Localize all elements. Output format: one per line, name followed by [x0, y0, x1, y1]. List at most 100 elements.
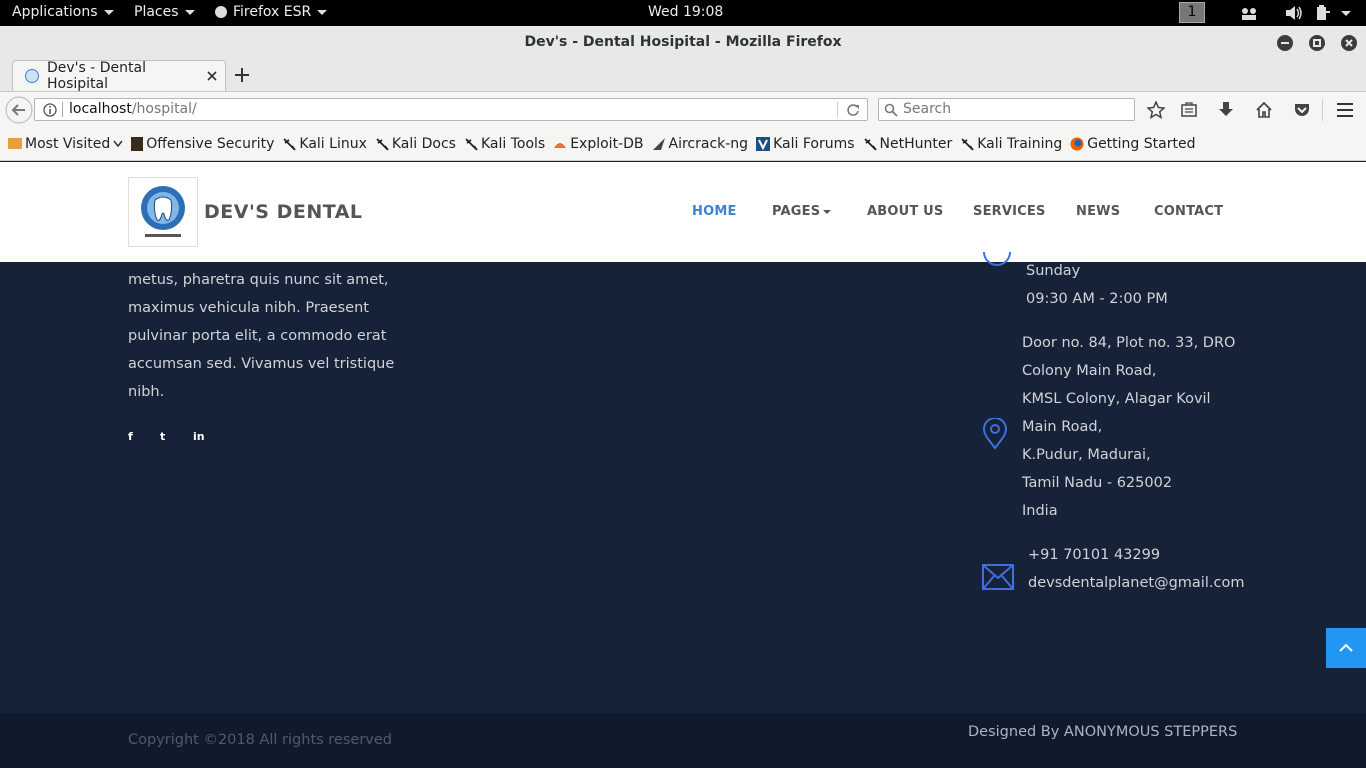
about-line: metus, pharetra quis nunc sit amet,	[128, 272, 389, 288]
address-line: India	[1022, 503, 1058, 519]
tab-strip: Dev's - Dental Hosipital	[0, 58, 1366, 92]
close-icon	[1345, 39, 1353, 47]
bookmark-label: Kali Docs	[391, 135, 456, 152]
about-line: accumsan sed. Vivamus vel tristique	[128, 356, 395, 372]
bookmark-most-visited[interactable]: Most Visited	[8, 136, 123, 152]
bookmark-kali-tools[interactable]: Kali Tools	[464, 136, 545, 152]
exploitdb-icon	[554, 142, 567, 148]
kali-dragon-icon	[863, 137, 877, 151]
site-header: DEV'S DENTAL HOME PAGES ABOUT US SERVICE…	[0, 162, 1366, 262]
new-tab-icon[interactable]	[235, 68, 249, 82]
nav-about-us[interactable]: ABOUT US	[867, 204, 944, 219]
window-title: Dev's - Dental Hosipital - Mozilla Firef…	[524, 34, 842, 50]
network-icon[interactable]	[1240, 5, 1258, 21]
home-icon[interactable]	[1255, 101, 1273, 119]
hours-time: 09:30 AM - 2:00 PM	[1026, 291, 1168, 307]
clock-icon	[983, 251, 1011, 266]
back-button[interactable]	[5, 96, 33, 124]
bookmark-kali-docs[interactable]: Kali Docs	[375, 136, 456, 152]
url-host: localhost	[69, 101, 132, 117]
download-icon[interactable]	[1217, 101, 1235, 119]
places-label: Places	[134, 4, 179, 20]
bookmark-getting-started[interactable]: Getting Started	[1070, 136, 1195, 152]
bookmark-aircrack-ng[interactable]: Aircrack-ng	[652, 135, 749, 152]
firefox-app-menu[interactable]: Firefox ESR	[215, 4, 328, 20]
about-line: maximus vehicula nibh. Praesent	[128, 300, 369, 316]
nav-pages[interactable]: PAGES	[772, 204, 832, 219]
workspace-indicator[interactable]: 1	[1179, 2, 1205, 23]
bookmark-label: Aircrack-ng	[668, 135, 749, 152]
kali-dragon-icon	[283, 137, 297, 151]
search-bar[interactable]: Search	[878, 98, 1135, 121]
pocket-icon[interactable]	[1293, 101, 1311, 119]
site-info-icon[interactable]	[43, 103, 57, 117]
site-footer: metus, pharetra quis nunc sit amet, maxi…	[0, 251, 1366, 713]
scroll-to-top-button[interactable]	[1326, 628, 1366, 668]
bookmark-star-icon[interactable]	[1147, 101, 1165, 119]
toolbar-divider	[1322, 99, 1323, 121]
system-menu-chevron-icon[interactable]	[1341, 11, 1351, 16]
footer-bottom-bar: Copyright ©2018 All rights reserved Desi…	[0, 713, 1366, 768]
chevron-down-icon	[113, 140, 123, 147]
close-tab-icon[interactable]	[207, 71, 217, 81]
address-line: Tamil Nadu - 625002	[1022, 475, 1173, 491]
bookmark-label: Exploit-DB	[570, 135, 644, 152]
linkedin-icon[interactable]: in	[193, 430, 205, 443]
nav-pages-label: PAGES	[772, 204, 821, 219]
nav-news[interactable]: NEWS	[1076, 204, 1120, 219]
applications-menu[interactable]: Applications	[12, 4, 114, 20]
bookmark-exploit-db[interactable]: Exploit-DB	[553, 135, 644, 152]
nav-contact[interactable]: CONTACT	[1154, 204, 1223, 219]
maximize-icon	[1313, 39, 1321, 47]
firefox-app-label: Firefox ESR	[233, 4, 312, 20]
aircrack-icon	[652, 137, 665, 150]
phone-number[interactable]: +91 70101 43299	[1028, 541, 1160, 569]
bookmark-kali-forums[interactable]: Kali Forums	[756, 135, 855, 152]
url-path: /hospital/	[131, 101, 197, 117]
minimize-button[interactable]	[1277, 35, 1293, 51]
bookmark-kali-linux[interactable]: Kali Linux	[282, 135, 367, 152]
close-window-button[interactable]	[1341, 35, 1357, 51]
bookmark-offensive-security[interactable]: Offensive Security	[131, 136, 274, 152]
designed-by-text: Designed By ANONYMOUS STEPPERS	[968, 724, 1238, 740]
places-menu[interactable]: Places	[134, 4, 195, 20]
nav-services[interactable]: SERVICES	[973, 204, 1046, 219]
map-pin-icon	[982, 418, 1008, 450]
site-logo[interactable]	[128, 177, 198, 247]
address-line: K.Pudur, Madurai,	[1022, 447, 1151, 463]
chevron-down-icon	[184, 9, 195, 15]
volume-icon[interactable]	[1285, 5, 1303, 21]
bookmark-nethunter[interactable]: NetHunter	[863, 136, 952, 152]
system-top-bar: Applications Places Firefox ESR Wed 19:0…	[0, 0, 1366, 26]
reload-icon[interactable]	[846, 103, 860, 117]
caret-down-icon	[823, 209, 832, 214]
kali-dragon-icon	[961, 137, 974, 151]
clock[interactable]: Wed 19:08	[648, 4, 723, 20]
offsec-icon	[131, 136, 144, 151]
email-address[interactable]: devsdentalplanet@gmail.com	[1028, 569, 1244, 597]
kali-forums-icon	[756, 136, 771, 151]
tab-dental-hospital[interactable]: Dev's - Dental Hosipital	[12, 60, 226, 92]
url-bar[interactable]: localhost/hospital/	[34, 98, 868, 121]
battery-icon[interactable]	[1314, 4, 1332, 22]
brand-name[interactable]: DEV'S DENTAL	[204, 201, 363, 223]
bookmark-label: Kali Linux	[299, 135, 367, 152]
address-line: Colony Main Road,	[1022, 363, 1157, 379]
twitter-icon[interactable]: t	[160, 430, 165, 443]
bookmark-label: Most Visited	[25, 135, 111, 152]
facebook-icon[interactable]: f	[128, 430, 133, 443]
nav-home[interactable]: HOME	[692, 204, 737, 219]
firefox-small-icon	[215, 6, 227, 18]
chevron-down-icon	[103, 9, 114, 15]
tab-favicon-icon	[25, 69, 39, 83]
bookmark-label: Kali Tools	[480, 135, 546, 152]
bookmark-label: Kali Forums	[773, 135, 855, 152]
urlbar-divider	[62, 102, 63, 117]
bookmark-label: Getting Started	[1087, 135, 1196, 152]
navigation-toolbar: localhost/hospital/ Search	[0, 91, 1366, 127]
maximize-button[interactable]	[1309, 35, 1325, 51]
reading-list-icon[interactable]	[1180, 101, 1198, 119]
window-titlebar: Dev's - Dental Hosipital - Mozilla Firef…	[0, 26, 1366, 58]
bookmark-kali-training[interactable]: Kali Training	[960, 136, 1062, 152]
hamburger-menu-icon[interactable]	[1336, 102, 1354, 118]
